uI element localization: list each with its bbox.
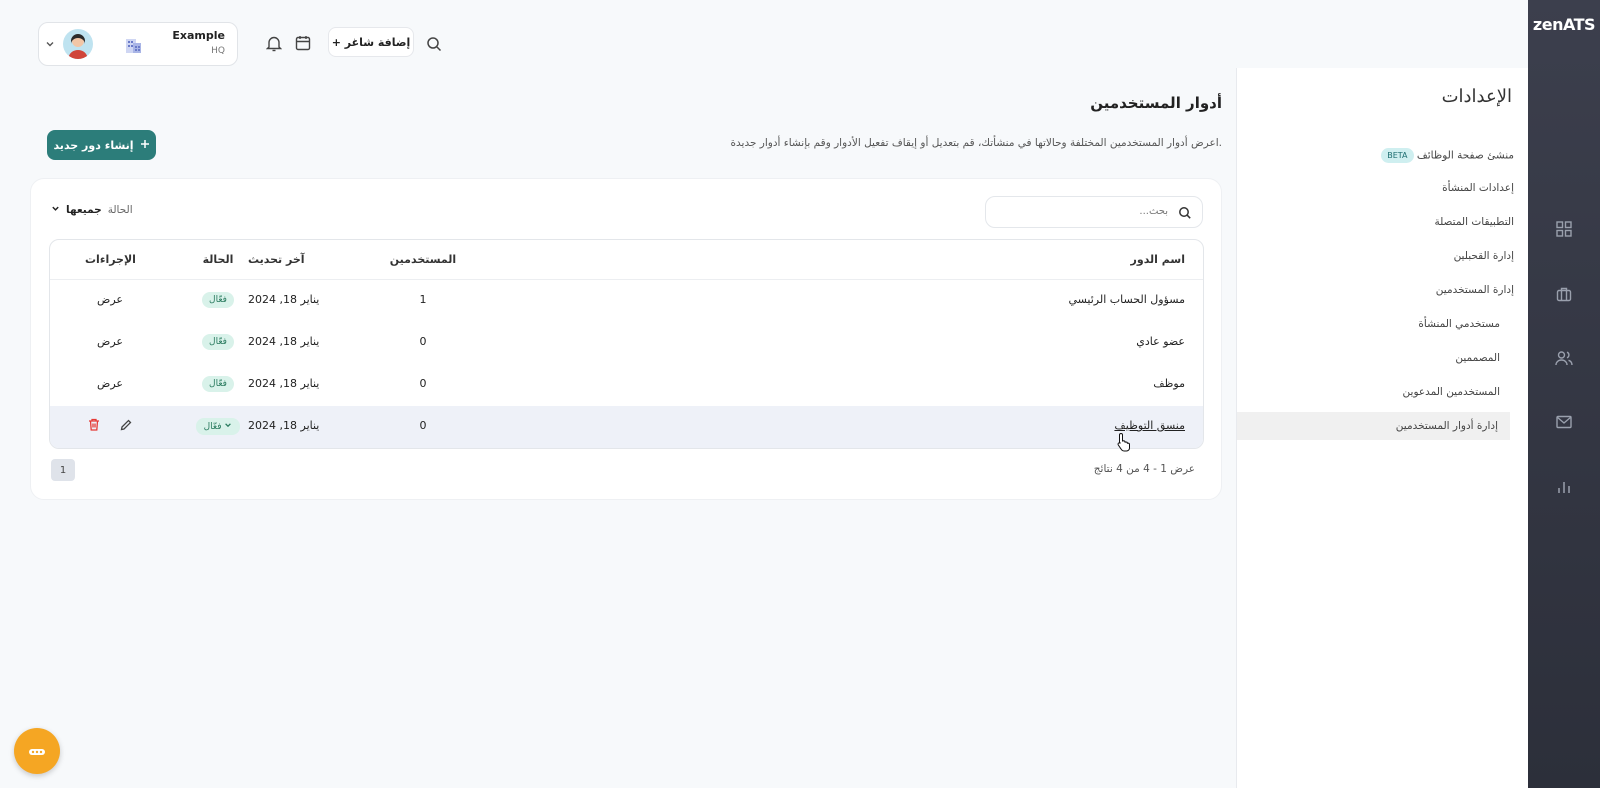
header-users: المستخدمين bbox=[389, 253, 457, 266]
status-badge: فعّال bbox=[202, 334, 234, 350]
sidebar-item-designers[interactable]: المصممين bbox=[1455, 352, 1500, 364]
status-cell: فعّال bbox=[183, 334, 253, 350]
search-field[interactable] bbox=[985, 196, 1203, 228]
role-name[interactable]: منسق التوظيف bbox=[1114, 419, 1185, 432]
building-icon bbox=[123, 35, 143, 55]
chevron-down-icon bbox=[45, 39, 55, 49]
table-row[interactable]: مسؤول الحساب الرئيسي 1 يناير 18, 2024 فع… bbox=[50, 280, 1203, 322]
header-updated: آخر تحديث bbox=[248, 253, 305, 266]
page-title: أدوار المستخدمين bbox=[1090, 94, 1222, 112]
delete-icon[interactable] bbox=[88, 418, 104, 434]
add-job-button[interactable]: + إضافة شاغر bbox=[328, 27, 414, 57]
settings-title: الإعدادات bbox=[1441, 86, 1512, 107]
table-row[interactable]: عضو عادي 0 يناير 18, 2024 فعّال عرض bbox=[50, 322, 1203, 364]
status-filter-value: جميعها bbox=[66, 204, 102, 216]
roles-card: جميعها الحالة اسم الدور المستخدمين آخر ت… bbox=[30, 178, 1222, 500]
status-dropdown[interactable]: فعّال bbox=[183, 418, 253, 435]
sidebar-item-org-users[interactable]: مستخدمي المنشأة bbox=[1418, 318, 1500, 330]
updated-date: يناير 18, 2024 bbox=[248, 419, 320, 432]
user-count: 1 bbox=[419, 293, 427, 306]
settings-sidebar: الإعدادات BETA منشئ صفحة الوظائف إعدادات… bbox=[1236, 68, 1528, 788]
chevron-down-icon bbox=[224, 422, 232, 432]
bell-icon[interactable] bbox=[264, 33, 284, 53]
sidebar-item-label: إدارة أدوار المستخدمين bbox=[1395, 420, 1498, 432]
updated-date: يناير 18, 2024 bbox=[248, 335, 320, 348]
sidebar-item-label: مستخدمي المنشأة bbox=[1418, 318, 1500, 330]
create-role-label: إنشاء دور جديد bbox=[53, 138, 134, 152]
header-actions: الإجراءات bbox=[85, 253, 136, 266]
sidebar-item-job-page-builder[interactable]: BETA منشئ صفحة الوظائف bbox=[1377, 148, 1514, 163]
search-icon bbox=[1178, 206, 1192, 220]
table-header: اسم الدور المستخدمين آخر تحديث الحالة ال… bbox=[50, 240, 1203, 280]
sidebar-item-label: إدارة القحبلين bbox=[1453, 250, 1514, 262]
chevron-down-icon bbox=[51, 204, 60, 216]
results-count: عرض 1 - 4 من 4 نتائج bbox=[1093, 463, 1195, 475]
status-badge: فعّال bbox=[202, 292, 234, 308]
brand-logo: zenATS bbox=[1532, 15, 1596, 34]
status-badge[interactable]: فعّال bbox=[195, 418, 241, 435]
dashboard-icon[interactable] bbox=[1554, 219, 1574, 239]
sidebar-item-label: المستخدمين المدعوين bbox=[1402, 386, 1500, 398]
status-cell: فعّال bbox=[183, 292, 253, 308]
pagination-page-1[interactable]: 1 bbox=[51, 459, 75, 481]
updated-date: يناير 18, 2024 bbox=[248, 377, 320, 390]
view-link[interactable]: عرض bbox=[85, 293, 135, 306]
chat-fab-button[interactable] bbox=[14, 728, 60, 774]
status-filter-label: الحالة bbox=[107, 204, 133, 216]
table-row[interactable]: موظف 0 يناير 18, 2024 فعّال عرض bbox=[50, 364, 1203, 406]
plus-icon bbox=[140, 139, 150, 152]
user-count: 0 bbox=[419, 335, 427, 348]
sidebar-item-invited-users[interactable]: المستخدمين المدعوين bbox=[1403, 386, 1500, 398]
sidebar-item-user-management[interactable]: إدارة المستخدمين bbox=[1436, 284, 1514, 296]
sidebar-item-label: التطبيقات المتصلة bbox=[1434, 216, 1514, 228]
sidebar-item-label: المصممين bbox=[1455, 352, 1500, 364]
header-role: اسم الدور bbox=[1130, 253, 1185, 266]
header-status: الحالة bbox=[202, 253, 234, 266]
sidebar-item-candidates[interactable]: إدارة القحبلين bbox=[1454, 250, 1514, 262]
roles-table: اسم الدور المستخدمين آخر تحديث الحالة ال… bbox=[49, 239, 1204, 449]
page-description: اعرض أدوار المستخدمين المختلفة وحالاتها … bbox=[730, 137, 1222, 149]
status-filter[interactable]: جميعها الحالة bbox=[51, 204, 133, 216]
sidebar-item-user-roles[interactable]: إدارة أدوار المستخدمين bbox=[1237, 412, 1510, 440]
more-dots-icon bbox=[29, 745, 45, 758]
app-rail: zenATS bbox=[1528, 0, 1600, 788]
briefcase-icon[interactable] bbox=[1554, 284, 1574, 304]
sidebar-item-label: إدارة المستخدمين bbox=[1435, 284, 1514, 296]
users-icon[interactable] bbox=[1554, 348, 1574, 368]
sidebar-item-connected-apps[interactable]: التطبيقات المتصلة bbox=[1434, 216, 1514, 228]
sidebar-item-label: منشئ صفحة الوظائف bbox=[1416, 149, 1514, 162]
user-count: 0 bbox=[419, 419, 427, 432]
calendar-icon[interactable] bbox=[293, 33, 313, 53]
view-link[interactable]: عرض bbox=[85, 335, 135, 348]
row-actions bbox=[85, 418, 135, 434]
status-badge: فعّال bbox=[202, 376, 234, 392]
hand-cursor-icon bbox=[1116, 432, 1132, 455]
edit-icon[interactable] bbox=[120, 419, 132, 434]
sidebar-item-label: إعدادات المنشأة bbox=[1442, 182, 1514, 194]
updated-date: يناير 18, 2024 bbox=[248, 293, 320, 306]
status-label: فعّال bbox=[203, 422, 222, 432]
chart-icon[interactable] bbox=[1554, 477, 1574, 497]
role-name[interactable]: عضو عادي bbox=[1136, 335, 1185, 348]
create-role-button[interactable]: إنشاء دور جديد bbox=[47, 130, 156, 160]
avatar[interactable] bbox=[63, 29, 93, 59]
role-name[interactable]: مسؤول الحساب الرئيسي bbox=[1068, 293, 1185, 306]
org-name: Example bbox=[172, 29, 225, 42]
status-cell: فعّال bbox=[183, 376, 253, 392]
user-count: 0 bbox=[419, 377, 427, 390]
org-switcher[interactable]: Example HQ bbox=[38, 22, 238, 66]
role-name[interactable]: موظف bbox=[1153, 377, 1185, 390]
search-input[interactable] bbox=[998, 206, 1168, 217]
beta-badge: BETA bbox=[1381, 148, 1414, 163]
mail-icon[interactable] bbox=[1554, 412, 1574, 432]
search-icon[interactable] bbox=[424, 34, 444, 54]
sidebar-item-org-settings[interactable]: إعدادات المنشأة bbox=[1442, 182, 1514, 194]
view-link[interactable]: عرض bbox=[85, 377, 135, 390]
org-branch: HQ bbox=[211, 46, 225, 56]
table-row[interactable]: منسق التوظيف 0 يناير 18, 2024 فعّال bbox=[50, 406, 1203, 448]
